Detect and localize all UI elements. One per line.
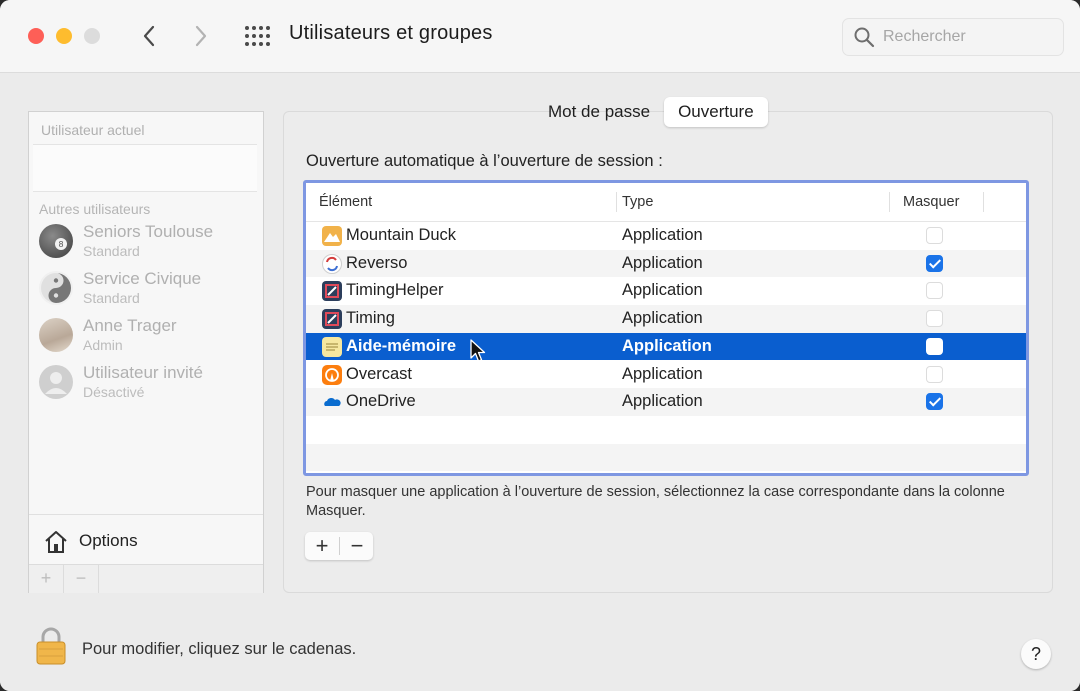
window-title: Utilisateurs et groupes: [289, 22, 493, 44]
user-name: Service Civique: [83, 269, 202, 288]
user-role: Standard: [83, 243, 140, 259]
item-type: Application: [622, 253, 703, 272]
zoom-window-button[interactable]: [84, 28, 100, 44]
users-sidebar: Utilisateur actuel Autres utilisateurs 8…: [28, 111, 264, 593]
search-placeholder: Rechercher: [883, 28, 966, 45]
billiard-ball-avatar: 8: [39, 224, 73, 258]
add-user-button[interactable]: +: [29, 565, 64, 593]
item-type: Application: [622, 309, 703, 328]
grid-icon: [245, 26, 270, 46]
help-button[interactable]: ?: [1021, 639, 1051, 669]
hide-checkbox[interactable]: [926, 393, 943, 411]
item-type: Application: [622, 336, 712, 355]
column-divider: [889, 192, 890, 212]
add-remove-control: + −: [305, 532, 373, 560]
item-name: TimingHelper: [346, 281, 444, 300]
item-type: Application: [622, 281, 703, 300]
svg-text:8: 8: [58, 240, 63, 249]
item-name: Mountain Duck: [346, 226, 457, 244]
stickies-icon: [322, 336, 342, 357]
house-icon: [45, 531, 67, 553]
table-row[interactable]: Timing Application: [306, 305, 1026, 333]
mountain-duck-icon: [322, 226, 342, 246]
search-field[interactable]: Rechercher: [842, 18, 1064, 56]
preferences-window: Utilisateurs et groupes Rechercher Utili…: [0, 0, 1080, 691]
hide-checkbox[interactable]: [926, 282, 943, 300]
lock-icon[interactable]: [34, 626, 68, 666]
table-row[interactable]: Reverso Application: [306, 249, 1026, 278]
timing-icon: [322, 309, 342, 330]
remove-login-item-button[interactable]: −: [340, 532, 374, 560]
content-area: Utilisateur actuel Autres utilisateurs 8…: [0, 73, 1080, 691]
table-row-selected[interactable]: Aide-mémoire Application: [306, 332, 1026, 362]
empty-row: [306, 416, 1026, 444]
user-role: Standard: [83, 290, 140, 306]
tab-password[interactable]: Mot de passe: [534, 97, 664, 127]
item-name: Aide-mémoire: [346, 336, 457, 355]
add-login-item-button[interactable]: +: [305, 532, 339, 560]
login-options-item[interactable]: Options: [29, 514, 263, 565]
user-name: Utilisateur invité: [83, 363, 203, 382]
item-type: Application: [622, 364, 703, 383]
item-name: Overcast: [346, 364, 413, 383]
user-item-seniors-toulouse[interactable]: 8 Seniors Toulouse Standard: [29, 220, 263, 264]
tab-bar: Mot de passe Ouverture: [534, 97, 768, 127]
forward-button[interactable]: [186, 20, 216, 52]
item-type: Application: [622, 392, 703, 411]
overcast-icon: [322, 364, 342, 385]
hide-checkbox[interactable]: [926, 227, 943, 244]
remove-user-button[interactable]: −: [64, 565, 99, 593]
login-items-title: Ouverture automatique à l’ouverture de s…: [306, 152, 663, 170]
close-window-button[interactable]: [28, 28, 44, 44]
user-role: Admin: [83, 337, 123, 353]
hide-checkbox[interactable]: [926, 337, 943, 355]
user-item-guest[interactable]: Utilisateur invité Désactivé: [29, 361, 263, 405]
table-row[interactable]: TimingHelper Application: [306, 277, 1026, 305]
tab-login-items[interactable]: Ouverture: [664, 97, 768, 127]
user-item-anne-trager[interactable]: Anne Trager Admin: [29, 314, 263, 358]
timing-helper-icon: [322, 281, 342, 302]
generic-user-avatar: [39, 365, 73, 399]
user-name: Anne Trager: [83, 316, 177, 335]
onedrive-icon: [322, 392, 342, 412]
table-row[interactable]: Overcast Application: [306, 361, 1026, 389]
table-row[interactable]: Mountain Duck Application: [306, 222, 1026, 250]
title-bar: Utilisateurs et groupes Rechercher: [0, 0, 1080, 73]
hide-checkbox[interactable]: [926, 310, 943, 328]
reverso-icon: [322, 253, 342, 274]
user-role: Désactivé: [83, 384, 145, 400]
empty-row: [306, 443, 1026, 472]
table-row[interactable]: OneDrive Application: [306, 388, 1026, 416]
show-all-button[interactable]: [243, 24, 271, 48]
column-header-hide[interactable]: Masquer: [903, 194, 959, 210]
item-name: Reverso: [346, 253, 408, 272]
hint-text: Pour masquer une application à l’ouvertu…: [306, 484, 1005, 519]
other-users-header: Autres utilisateurs: [39, 201, 151, 217]
column-divider: [983, 192, 984, 212]
chevron-right-icon: [195, 25, 207, 47]
column-header-element[interactable]: Élément: [319, 194, 372, 210]
login-items-table[interactable]: Élément Type Masquer Mountain Duck Appli…: [303, 180, 1029, 476]
back-button[interactable]: [134, 20, 164, 52]
sidebar-footer: + −: [29, 564, 263, 593]
table-header: Élément Type Masquer: [306, 183, 1026, 222]
current-user-header: Utilisateur actuel: [41, 122, 145, 138]
user-name: Seniors Toulouse: [83, 222, 214, 241]
hide-checkbox[interactable]: [926, 254, 943, 272]
options-label: Options: [79, 531, 138, 550]
item-name: OneDrive: [346, 392, 416, 411]
current-user-slot[interactable]: [33, 144, 257, 192]
photo-avatar: [39, 318, 73, 352]
yin-yang-avatar: [39, 271, 73, 305]
minimize-window-button[interactable]: [56, 28, 72, 44]
column-divider: [616, 192, 617, 212]
chevron-left-icon: [143, 25, 155, 47]
item-type: Application: [622, 226, 703, 244]
column-header-type[interactable]: Type: [622, 194, 653, 210]
hide-checkbox[interactable]: [926, 365, 943, 383]
user-item-service-civique[interactable]: Service Civique Standard: [29, 267, 263, 311]
search-icon: [854, 27, 875, 48]
item-name: Timing: [346, 309, 395, 328]
lock-message: Pour modifier, cliquez sur le cadenas.: [82, 640, 357, 658]
